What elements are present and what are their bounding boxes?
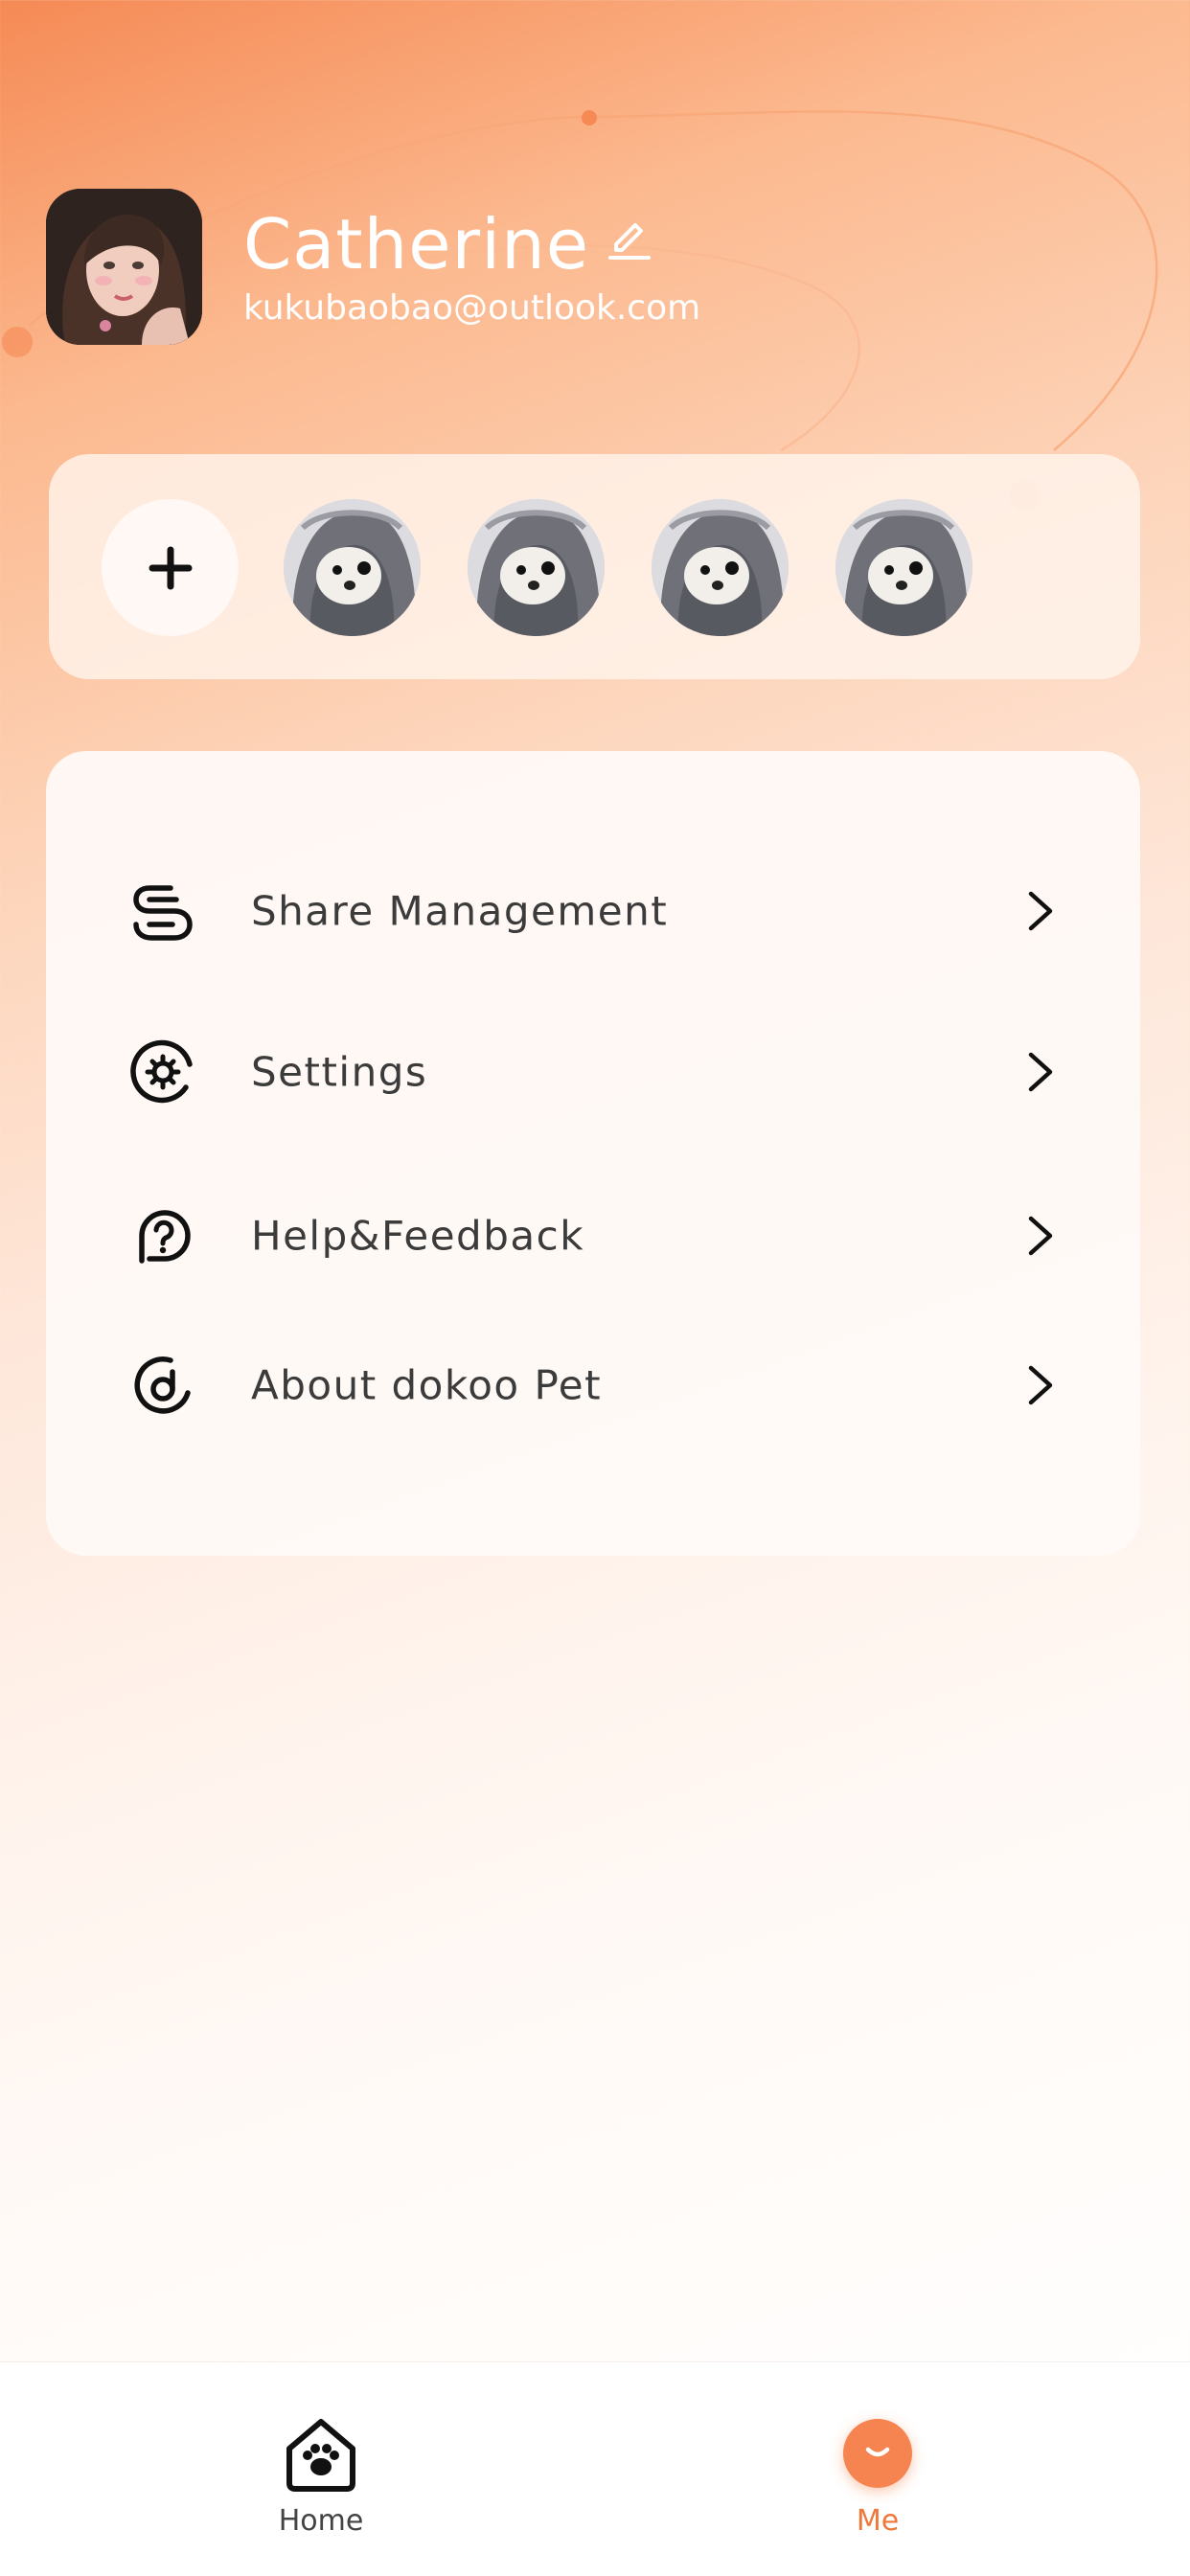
- smile-icon: [865, 2447, 890, 2457]
- chevron-right-icon: [1028, 1365, 1053, 1405]
- nav-home[interactable]: Home: [225, 2362, 417, 2538]
- chevron-right-icon: [1028, 1216, 1053, 1256]
- dokoo-logo-icon: [134, 1356, 191, 1414]
- help-question-icon: [139, 1210, 191, 1264]
- share-management-icon: [133, 885, 193, 941]
- bottom-nav: Home Me: [0, 2361, 1190, 2576]
- menu-item-share-management[interactable]: Share Management: [46, 854, 1140, 969]
- pet-avatar[interactable]: [468, 499, 605, 636]
- me-avatar-circle: [843, 2419, 912, 2488]
- add-pet-button[interactable]: [102, 499, 239, 636]
- pets-card: [49, 454, 1140, 679]
- nav-home-label: Home: [278, 2504, 364, 2538]
- user-email: kukubaobao@outlook.com: [243, 288, 701, 328]
- plus-icon: [149, 546, 192, 589]
- home-paw-icon: [286, 2419, 355, 2492]
- pencil-icon[interactable]: [606, 216, 652, 262]
- menu-item-label: Help&Feedback: [251, 1212, 585, 1260]
- menu-item-settings[interactable]: Settings: [46, 1014, 1140, 1129]
- user-avatar[interactable]: [46, 189, 202, 345]
- menu-item-about[interactable]: About dokoo Pet: [46, 1328, 1140, 1443]
- user-name: Catherine: [243, 204, 590, 285]
- profile-header: Catherine kukubaobao@outlook.com: [46, 189, 1148, 347]
- menu-item-label: Share Management: [251, 887, 669, 935]
- menu-item-label: Settings: [251, 1048, 428, 1096]
- menu-item-label: About dokoo Pet: [251, 1361, 603, 1409]
- nav-me[interactable]: Me: [782, 2362, 973, 2538]
- chevron-right-icon: [1028, 891, 1053, 931]
- nav-me-label: Me: [856, 2504, 900, 2538]
- chevron-right-icon: [1028, 1052, 1053, 1092]
- menu-item-help-feedback[interactable]: Help&Feedback: [46, 1178, 1140, 1293]
- pet-avatar[interactable]: [284, 499, 421, 636]
- pet-avatar[interactable]: [835, 499, 973, 636]
- settings-gear-icon: [130, 1039, 193, 1104]
- menu-card: Share Management Settings Help&Feedback: [46, 751, 1140, 1556]
- pet-avatar[interactable]: [652, 499, 789, 636]
